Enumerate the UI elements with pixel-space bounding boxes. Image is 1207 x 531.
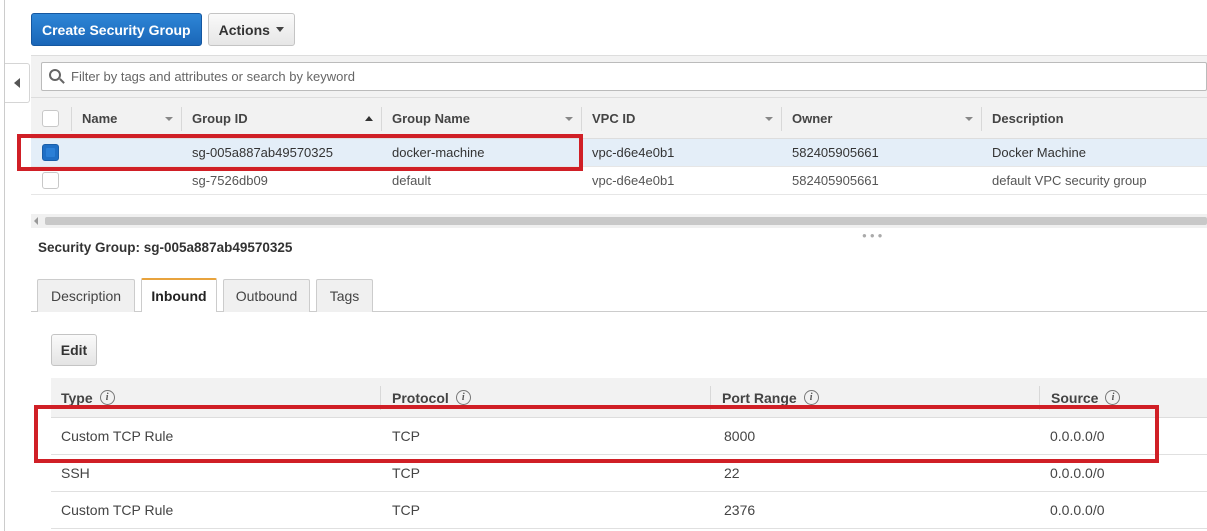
column-protocol: Protocol i [392,378,471,417]
vpc-id-cell: vpc-d6e4e0b1 [592,173,675,188]
column-owner[interactable]: Owner [792,98,832,138]
column-group-id[interactable]: Group ID [192,98,248,138]
group-name-cell: docker-machine [392,145,485,160]
owner-cell: 582405905661 [792,173,879,188]
info-icon[interactable]: i [99,390,115,405]
sort-icon[interactable] [165,117,173,121]
rule-source: 0.0.0.0/0 [1050,502,1105,518]
row-checkbox[interactable] [42,144,59,161]
rule-source: 0.0.0.0/0 [1050,428,1105,444]
group-id-cell: sg-7526db09 [192,173,268,188]
scrollbar-thumb[interactable] [45,217,1207,225]
left-nav-strip [0,0,30,531]
rule-port-range: 8000 [724,428,756,444]
rule-row: Custom TCP Rule TCP 8000 0.0.0.0/0 [51,418,1207,455]
chevron-down-icon [275,27,284,32]
sort-ascending-icon[interactable] [365,116,373,121]
group-name-cell: default [392,173,432,188]
actions-label: Actions [218,21,270,38]
detail-tabs: Description Inbound Outbound Tags [31,278,1207,312]
group-id-cell: sg-005a887ab49570325 [192,145,333,160]
rule-row: SSH TCP 22 0.0.0.0/0 [51,455,1207,492]
column-port-range-label: Port Range [722,389,797,406]
column-description[interactable]: Description [992,98,1064,138]
column-group-name[interactable]: Group Name [392,98,470,138]
description-cell: default VPC security group [992,173,1147,188]
info-icon[interactable]: i [1105,390,1121,405]
select-all-checkbox[interactable] [42,110,59,127]
vpc-id-cell: vpc-d6e4e0b1 [592,145,675,160]
info-icon[interactable]: i [803,390,819,405]
rule-protocol: TCP [392,428,420,444]
security-groups-table: Name Group ID Group Name VPC ID Owner De… [31,97,1207,195]
column-type: Type i [61,378,115,417]
search-icon [49,68,65,85]
column-source: Source i [1051,378,1121,417]
column-source-label: Source [1051,389,1099,406]
sort-icon[interactable] [565,117,573,121]
edit-button[interactable]: Edit [51,334,97,366]
table-row[interactable]: sg-005a887ab49570325 docker-machine vpc-… [31,139,1207,167]
detail-title: Security Group: sg-005a887ab49570325 [38,240,293,255]
collapse-arrow-icon [14,78,20,88]
scroll-left-icon[interactable] [34,217,38,225]
rule-row: Custom TCP Rule TCP 2376 0.0.0.0/0 [51,492,1207,529]
actions-button[interactable]: Actions [207,13,295,46]
rule-protocol: TCP [392,502,420,518]
row-checkbox[interactable] [42,172,59,189]
tab-description[interactable]: Description [37,279,135,312]
filter-bar [31,55,1207,97]
sort-icon[interactable] [965,117,973,121]
column-protocol-label: Protocol [392,389,449,406]
description-cell: Docker Machine [992,145,1086,160]
column-name[interactable]: Name [82,98,117,138]
rule-port-range: 22 [724,465,740,481]
table-row[interactable]: sg-7526db09 default vpc-d6e4e0b1 5824059… [31,167,1207,195]
sort-icon[interactable] [765,117,773,121]
owner-cell: 582405905661 [792,145,879,160]
column-port-range: Port Range i [722,378,819,417]
horizontal-scrollbar[interactable] [31,214,1207,228]
rule-type: Custom TCP Rule [61,428,174,444]
rule-port-range: 2376 [724,502,756,518]
filter-box [41,62,1207,91]
info-icon[interactable]: i [455,390,471,405]
rule-type: Custom TCP Rule [61,502,174,518]
collapse-nav-button[interactable] [5,63,30,103]
column-vpc-id[interactable]: VPC ID [592,98,635,138]
search-input[interactable] [71,69,1206,84]
column-type-label: Type [61,389,93,406]
create-security-group-button[interactable]: Create Security Group [31,13,202,46]
rule-protocol: TCP [392,465,420,481]
resize-handle-icon[interactable]: ●●● [862,231,886,240]
inbound-rules-table: Type i Protocol i Port Range i Source i … [51,378,1207,529]
tab-inbound[interactable]: Inbound [141,278,217,312]
rules-header: Type i Protocol i Port Range i Source i [51,378,1207,418]
tab-tags[interactable]: Tags [316,279,373,312]
rule-type: SSH [61,465,90,481]
toolbar: Create Security Group Actions [31,13,295,46]
rule-source: 0.0.0.0/0 [1050,465,1105,481]
tab-outbound[interactable]: Outbound [223,279,310,312]
table-header: Name Group ID Group Name VPC ID Owner De… [31,97,1207,139]
